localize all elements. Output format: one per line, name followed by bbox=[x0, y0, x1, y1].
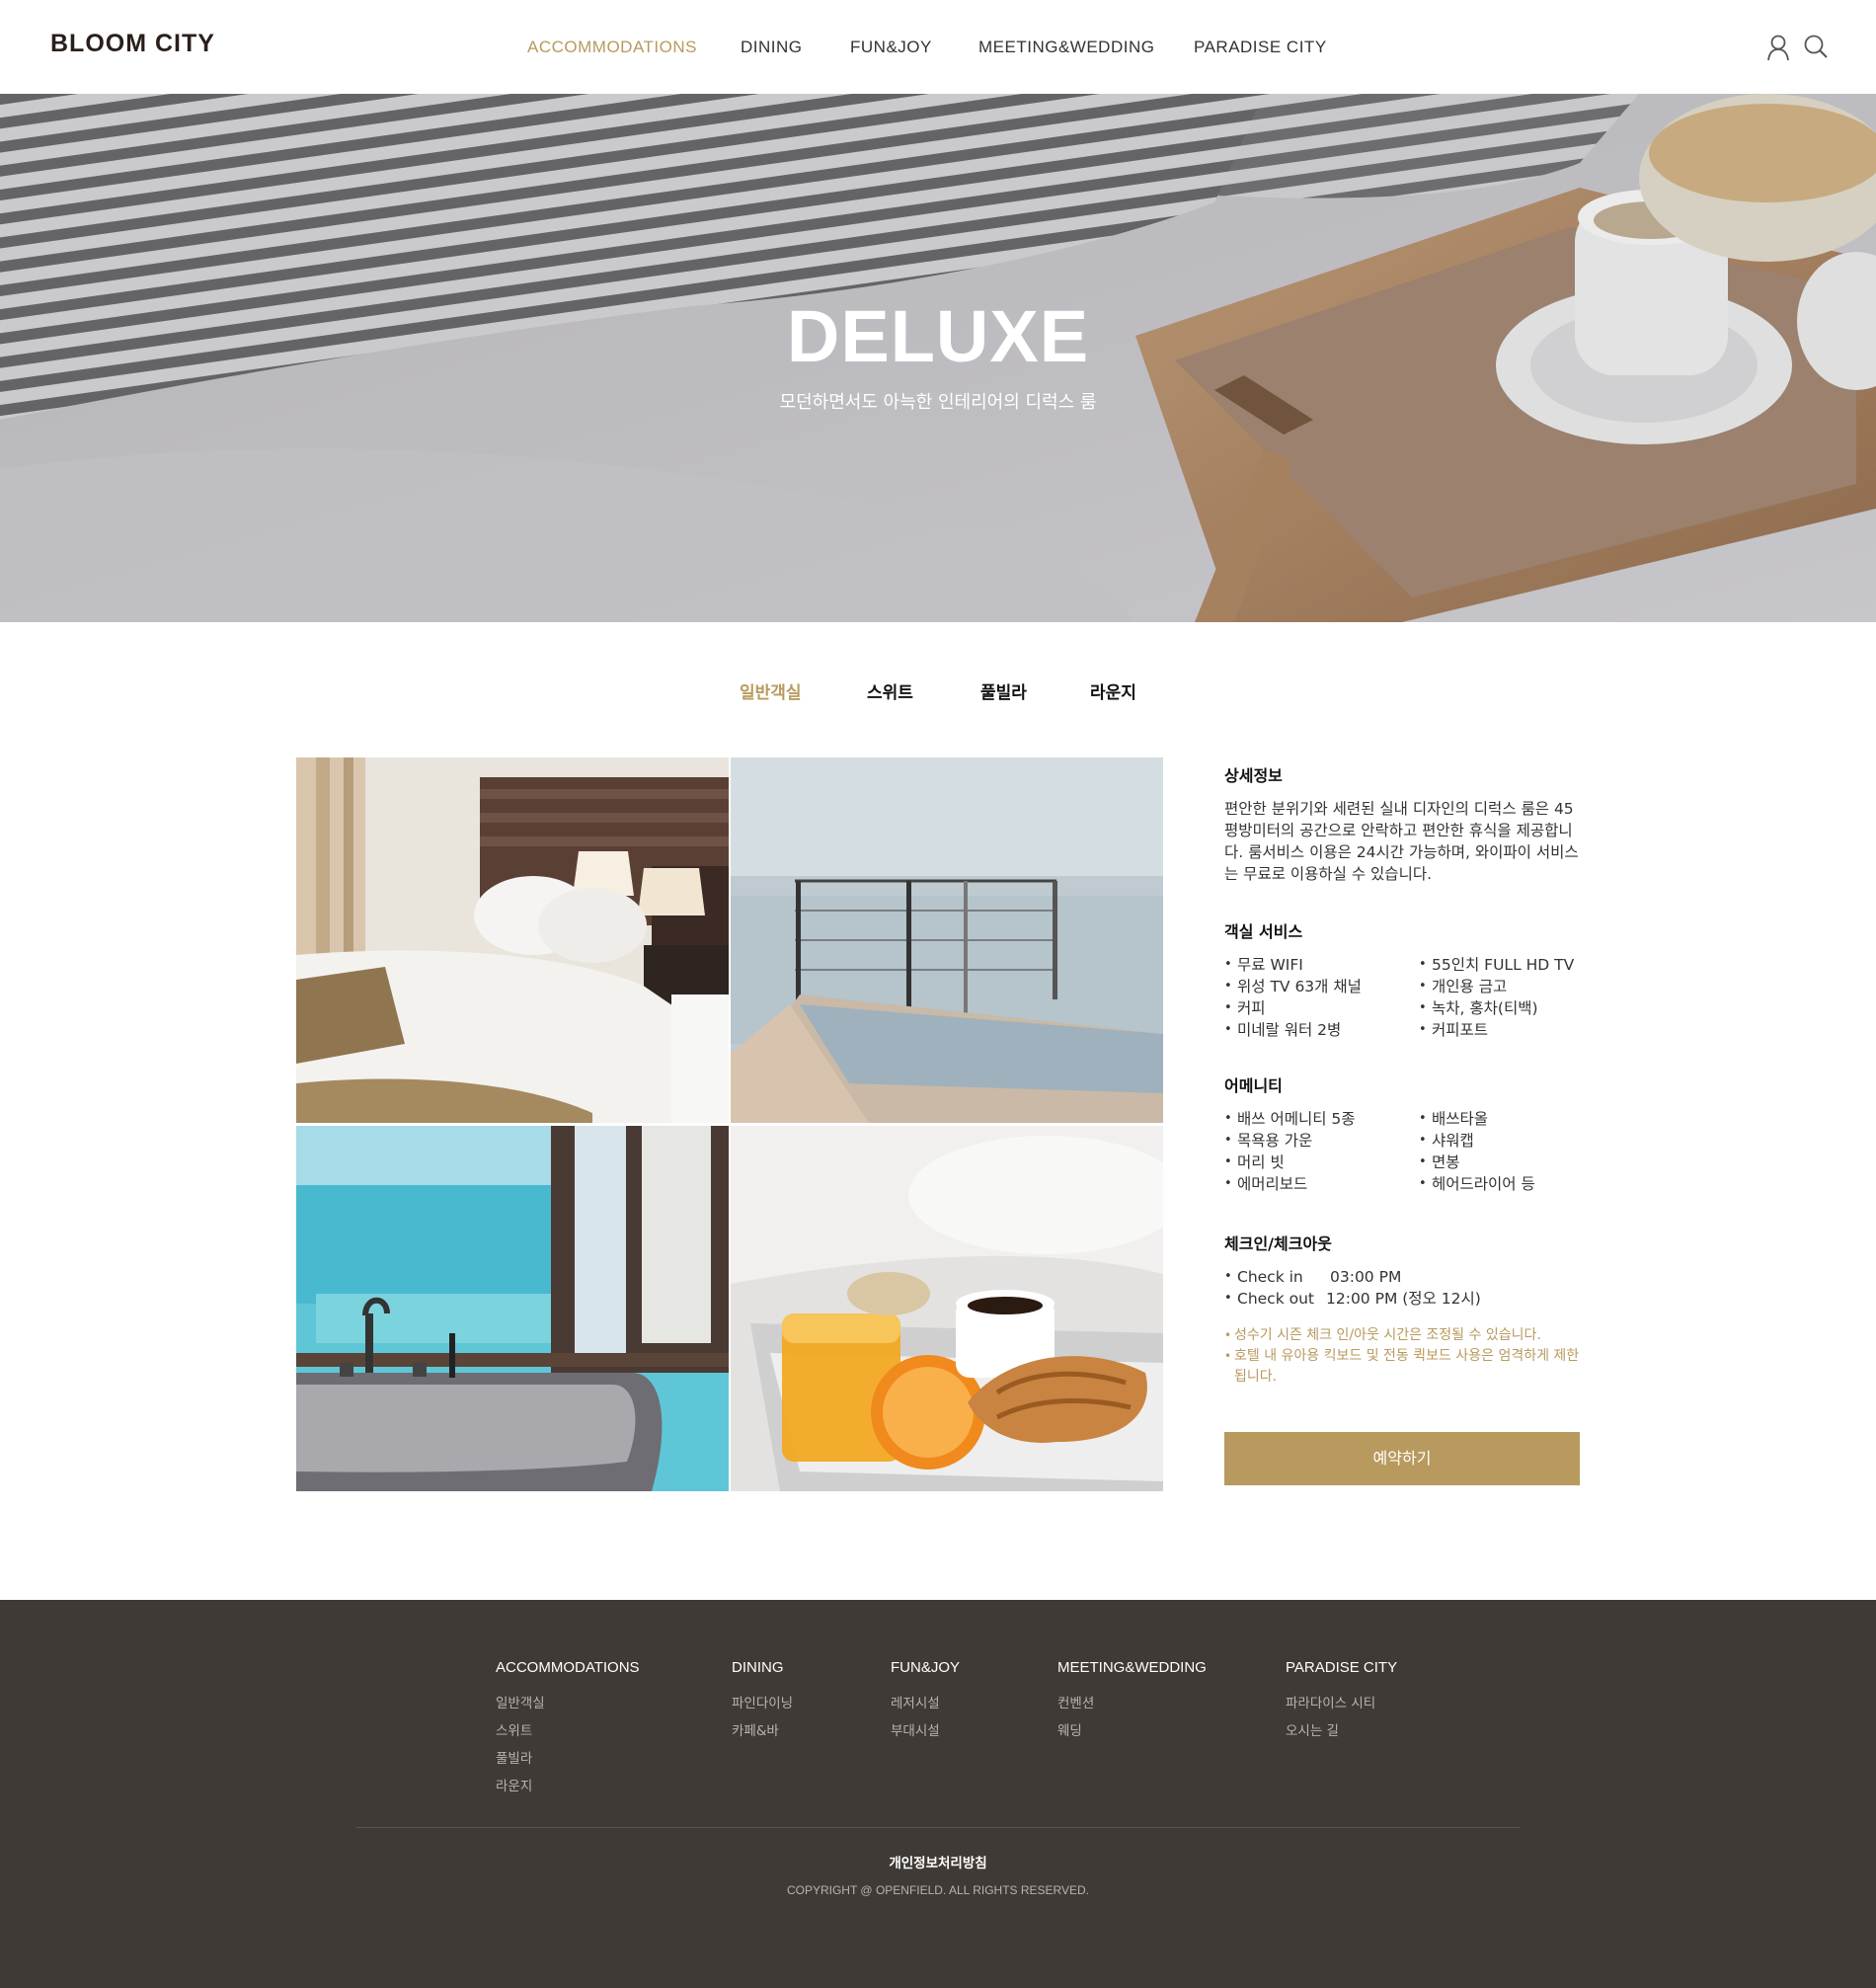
search-icon[interactable] bbox=[1803, 34, 1829, 61]
checkin-notes: 성수기 시즌 체크 인/아웃 시간은 조정될 수 있습니다. 호텔 내 유아용 … bbox=[1224, 1325, 1590, 1388]
note-item: 호텔 내 유아용 킥보드 및 전동 퀵보드 사용은 엄격하게 제한됩니다. bbox=[1224, 1346, 1590, 1388]
checkout-time: 12:00 PM (정오 12시) bbox=[1326, 1290, 1481, 1308]
list-item: 샤워캡 bbox=[1419, 1130, 1535, 1152]
list-item: 면봉 bbox=[1419, 1152, 1535, 1173]
footer-link[interactable]: 오시는 길 bbox=[1286, 1717, 1397, 1745]
note-item: 성수기 시즌 체크 인/아웃 시간은 조정될 수 있습니다. bbox=[1224, 1325, 1590, 1346]
list-item: Check in 03:00 PM bbox=[1224, 1266, 1481, 1288]
list-item: 미네랄 워터 2병 bbox=[1224, 1019, 1362, 1041]
footer-col-dining: DINING 파인다이닝 카페&바 bbox=[732, 1659, 793, 1745]
hero-title: DELUXE bbox=[786, 295, 1090, 377]
privacy-policy-link[interactable]: 개인정보처리방침 bbox=[0, 1852, 1876, 1871]
list-item: 무료 WIFI bbox=[1224, 954, 1362, 976]
list-item: 배쓰 어메니티 5종 bbox=[1224, 1108, 1356, 1130]
list-item: 녹차, 홍차(티백) bbox=[1419, 997, 1574, 1019]
footer-link[interactable]: 풀빌라 bbox=[496, 1745, 640, 1773]
footer-heading[interactable]: FUN&JOY bbox=[891, 1659, 960, 1676]
gallery-photo-breakfast[interactable] bbox=[731, 1126, 1163, 1491]
header-actions bbox=[1765, 34, 1829, 61]
room-service-list-left: 무료 WIFI 위성 TV 63개 채널 커피 미네랄 워터 2병 bbox=[1224, 954, 1362, 1041]
footer-col-accommodations: ACCOMMODATIONS 일반객실 스위트 풀빌라 라운지 bbox=[496, 1659, 640, 1800]
tab-suite[interactable]: 스위트 bbox=[867, 678, 913, 703]
list-item: 에머리보드 bbox=[1224, 1173, 1356, 1195]
site-header: BLOOM CITY ACCOMMODATIONS DINING FUN&JOY… bbox=[0, 0, 1876, 94]
details-description: 편안한 분위기와 세련된 실내 디자인의 디럭스 룸은 45평방미터의 공간으로… bbox=[1224, 800, 1579, 883]
room-type-tabs: 일반객실 스위트 풀빌라 라운지 bbox=[0, 678, 1876, 703]
tab-lounge[interactable]: 라운지 bbox=[1090, 678, 1136, 703]
nav-accommodations[interactable]: ACCOMMODATIONS bbox=[527, 38, 697, 57]
tab-standard-room[interactable]: 일반객실 bbox=[740, 678, 802, 703]
footer-link[interactable]: 일반객실 bbox=[496, 1690, 640, 1717]
reserve-button[interactable]: 예약하기 bbox=[1224, 1432, 1580, 1485]
list-item: 위성 TV 63개 채널 bbox=[1224, 976, 1362, 997]
list-item: 55인치 FULL HD TV bbox=[1419, 954, 1574, 976]
room-service-list-right: 55인치 FULL HD TV 개인용 금고 녹차, 홍차(티백) 커피포트 bbox=[1419, 954, 1574, 1041]
list-item: 머리 빗 bbox=[1224, 1152, 1356, 1173]
footer-link[interactable]: 레저시설 bbox=[891, 1690, 960, 1717]
checkin-label: Check in bbox=[1237, 1268, 1303, 1286]
footer-col-fun-joy: FUN&JOY 레저시설 부대시설 bbox=[891, 1659, 960, 1745]
footer-heading[interactable]: MEETING&WEDDING bbox=[1057, 1659, 1207, 1676]
tab-pool-villa[interactable]: 풀빌라 bbox=[980, 678, 1027, 703]
list-item: 헤어드라이어 등 bbox=[1419, 1173, 1535, 1195]
amenity-title: 어메니티 bbox=[1224, 1076, 1283, 1095]
site-footer: ACCOMMODATIONS 일반객실 스위트 풀빌라 라운지 DINING 파… bbox=[0, 1600, 1876, 1988]
footer-heading[interactable]: PARADISE CITY bbox=[1286, 1659, 1397, 1676]
copyright-text: COPYRIGHT @ OPENFIELD. ALL RIGHTS RESERV… bbox=[786, 1883, 1090, 1897]
footer-divider bbox=[355, 1827, 1521, 1828]
checkin-time: 03:00 PM bbox=[1330, 1268, 1402, 1286]
nav-fun-joy[interactable]: FUN&JOY bbox=[850, 38, 932, 57]
footer-heading[interactable]: ACCOMMODATIONS bbox=[496, 1659, 640, 1676]
checkin-list: Check in 03:00 PM Check out 12:00 PM (정오 1… bbox=[1224, 1266, 1481, 1310]
list-item: Check out 12:00 PM (정오 12시) bbox=[1224, 1288, 1481, 1310]
gallery-photo-sea-terrace[interactable] bbox=[731, 757, 1163, 1123]
footer-heading[interactable]: DINING bbox=[732, 1659, 793, 1676]
footer-link[interactable]: 부대시설 bbox=[891, 1717, 960, 1745]
nav-dining[interactable]: DINING bbox=[741, 38, 803, 57]
hero-subtitle: 모던하면서도 아늑한 인테리어의 디럭스 룸 bbox=[779, 392, 1097, 413]
nav-paradise-city[interactable]: PARADISE CITY bbox=[1194, 38, 1327, 57]
amenity-list-left: 배쓰 어메니티 5종 목욕용 가운 머리 빗 에머리보드 bbox=[1224, 1108, 1356, 1195]
main-nav: ACCOMMODATIONS DINING FUN&JOY MEETING&WE… bbox=[0, 38, 1876, 59]
footer-link[interactable]: 카페&바 bbox=[732, 1717, 793, 1745]
gallery-photo-bathtub[interactable] bbox=[296, 1126, 729, 1491]
list-item: 개인용 금고 bbox=[1419, 976, 1574, 997]
footer-col-meeting-wedding: MEETING&WEDDING 컨벤션 웨딩 bbox=[1057, 1659, 1207, 1745]
footer-col-paradise-city: PARADISE CITY 파라다이스 시티 오시는 길 bbox=[1286, 1659, 1397, 1745]
footer-link[interactable]: 파인다이닝 bbox=[732, 1690, 793, 1717]
list-item: 커피 bbox=[1224, 997, 1362, 1019]
footer-link[interactable]: 스위트 bbox=[496, 1717, 640, 1745]
checkout-label: Check out bbox=[1237, 1290, 1314, 1308]
footer-link[interactable]: 웨딩 bbox=[1057, 1717, 1207, 1745]
nav-meeting-wedding[interactable]: MEETING&WEDDING bbox=[978, 38, 1154, 57]
hero-banner: DELUXE 모던하면서도 아늑한 인테리어의 디럭스 룸 bbox=[0, 94, 1876, 622]
list-item: 목욕용 가운 bbox=[1224, 1130, 1356, 1152]
footer-link[interactable]: 컨벤션 bbox=[1057, 1690, 1207, 1717]
amenity-list-right: 배쓰타올 샤워캡 면봉 헤어드라이어 등 bbox=[1419, 1108, 1535, 1195]
footer-link[interactable]: 파라다이스 시티 bbox=[1286, 1690, 1397, 1717]
list-item: 커피포트 bbox=[1419, 1019, 1574, 1041]
list-item: 배쓰타올 bbox=[1419, 1108, 1535, 1130]
checkin-title: 체크인/체크아웃 bbox=[1224, 1234, 1332, 1253]
room-service-title: 객실 서비스 bbox=[1224, 922, 1303, 941]
room-gallery bbox=[296, 757, 1163, 1491]
footer-link[interactable]: 라운지 bbox=[496, 1773, 640, 1800]
details-title: 상세정보 bbox=[1224, 766, 1283, 785]
user-icon[interactable] bbox=[1765, 34, 1791, 61]
gallery-photo-bedroom[interactable] bbox=[296, 757, 729, 1123]
